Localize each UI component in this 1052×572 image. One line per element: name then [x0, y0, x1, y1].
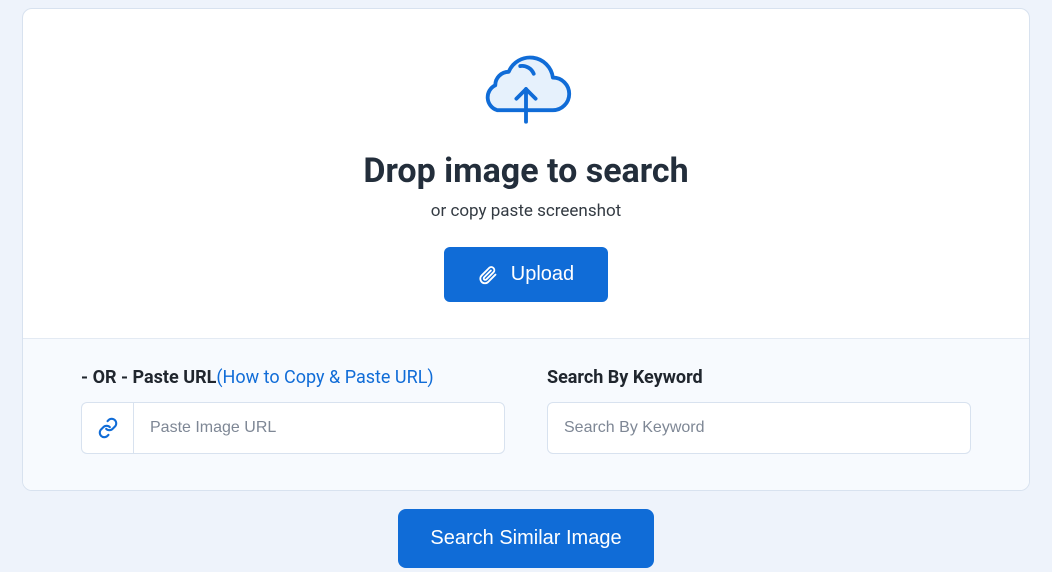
keyword-input-group	[547, 402, 971, 454]
drop-zone[interactable]: Drop image to search or copy paste scree…	[23, 9, 1029, 338]
link-icon	[97, 417, 119, 439]
keyword-label: Search By Keyword	[547, 367, 971, 388]
url-input-addon	[81, 402, 133, 454]
paste-url-column: - OR - Paste URL(How to Copy & Paste URL…	[81, 367, 505, 454]
drop-subtitle: or copy paste screenshot	[431, 201, 621, 221]
keyword-input[interactable]	[547, 402, 971, 454]
lower-section: - OR - Paste URL(How to Copy & Paste URL…	[23, 338, 1029, 490]
cloud-upload-icon	[478, 51, 574, 131]
paste-url-label: - OR - Paste URL(How to Copy & Paste URL…	[81, 367, 505, 388]
paste-url-input[interactable]	[133, 402, 505, 454]
search-similar-image-button[interactable]: Search Similar Image	[398, 509, 653, 568]
drop-title: Drop image to search	[363, 151, 688, 191]
upload-card: Drop image to search or copy paste scree…	[22, 8, 1030, 491]
upload-button-label: Upload	[511, 263, 574, 286]
how-to-copy-link[interactable]: (How to Copy & Paste URL)	[216, 367, 433, 388]
paperclip-icon	[478, 265, 498, 285]
url-input-group	[81, 402, 505, 454]
upload-button[interactable]: Upload	[444, 247, 608, 302]
keyword-column: Search By Keyword	[547, 367, 971, 454]
paste-url-prefix: - OR - Paste URL	[81, 367, 216, 388]
